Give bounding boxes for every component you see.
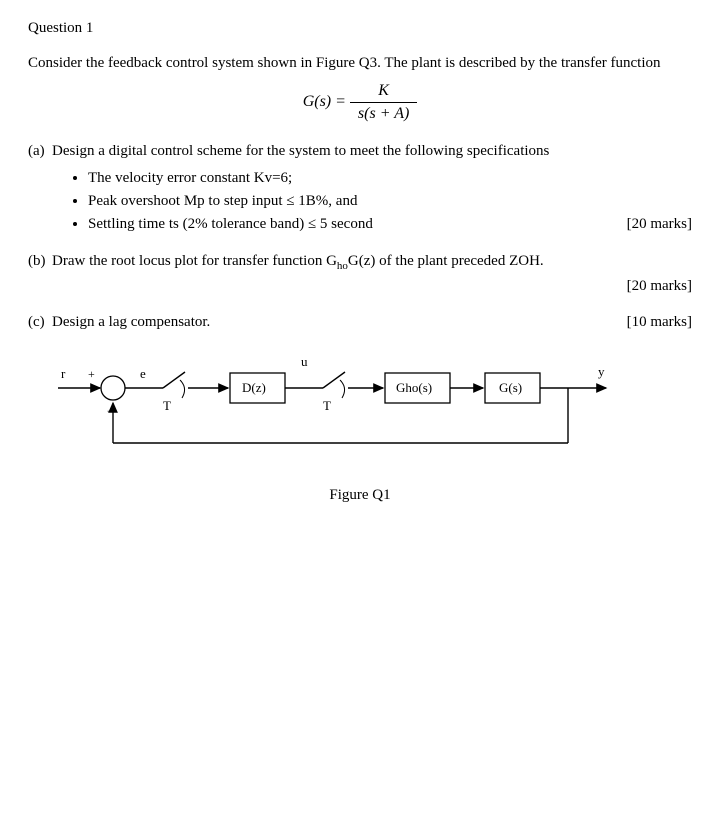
label-r: r [61,366,66,381]
formula-lhs: G(s) = [303,93,346,110]
transfer-function-formula: G(s) = K s(s + A) [28,82,692,122]
part-b-label: (b) [28,250,52,275]
part-a-label: (a) [28,140,52,163]
part-b-sub: ho [337,260,348,272]
label-u: u [301,354,308,369]
intro-text: Consider the feedback control system sho… [28,53,692,74]
control-system-diagram: r + − e T D(z) u T Gho(s) G(s) [58,348,618,468]
bullet-text: Settling time ts (2% tolerance band) ≤ 5… [88,213,373,236]
label-T2: T [323,398,331,413]
bullet-item: Peak overshoot Mp to step input ≤ 1B%, a… [88,190,692,213]
part-b: (b) Draw the root locus plot for transfe… [28,250,692,297]
part-a-bullets: The velocity error constant Kv=6; Peak o… [88,167,692,237]
bullet-item: Settling time ts (2% tolerance band) ≤ 5… [88,213,692,236]
formula-denominator: s(s + A) [350,103,417,123]
label-plus: + [88,367,95,381]
part-c-text: Design a lag compensator. [52,311,210,334]
label-Gs: G(s) [499,380,522,395]
bullet-item: The velocity error constant Kv=6; [88,167,692,190]
part-b-text-before: Draw the root locus plot for transfer fu… [52,253,337,269]
block-diagram: r + − e T D(z) u T Gho(s) G(s) [58,348,692,504]
part-a-text: Design a digital control scheme for the … [52,140,692,163]
formula-numerator: K [350,82,417,103]
part-c-marks: [10 marks] [627,311,692,334]
label-T1: T [163,398,171,413]
part-a-marks: [20 marks] [627,213,692,236]
label-e: e [140,366,146,381]
label-Gho: Gho(s) [396,380,432,395]
part-b-text-after: G(z) of the plant preceded ZOH. [348,253,544,269]
part-b-marks: [20 marks] [627,275,692,298]
label-y: y [598,364,605,379]
part-a: (a) Design a digital control scheme for … [28,140,692,236]
summing-junction [101,376,125,400]
figure-caption: Figure Q1 [28,487,692,504]
label-Dz: D(z) [242,380,266,395]
question-title: Question 1 [28,20,692,37]
part-c-label: (c) [28,311,52,334]
part-c: (c) Design a lag compensator. [10 marks] [28,311,692,334]
